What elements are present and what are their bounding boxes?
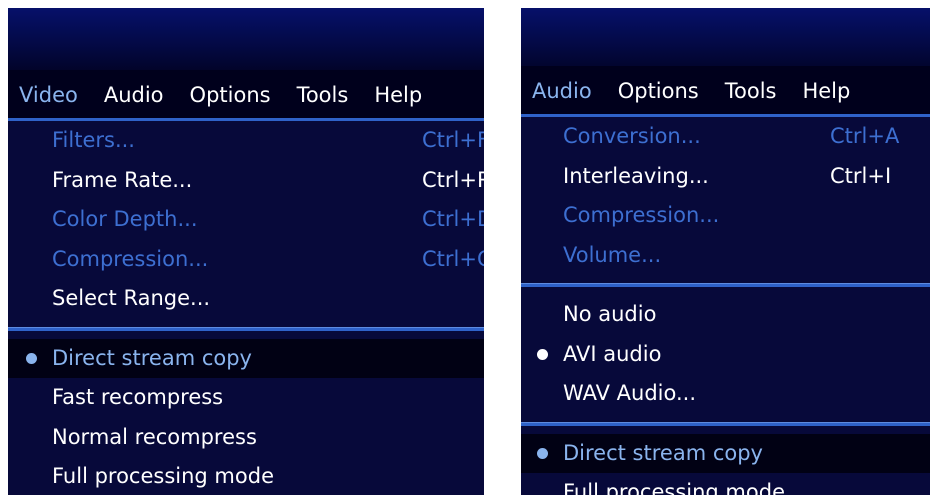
menu-item-label: Fast recompress xyxy=(52,385,224,409)
menubar-audio[interactable]: Audio xyxy=(91,70,177,120)
menu-item-label: Full processing mode xyxy=(563,480,785,495)
menu-item-direct-stream-copy[interactable]: Direct stream copy xyxy=(8,338,484,378)
video-menu-screenshot: Video Audio Options Tools Help Filters..… xyxy=(8,8,484,495)
audio-menu-screenshot: Audio Options Tools Help Conversion... C… xyxy=(521,8,930,495)
menu-item-frame-rate[interactable]: Frame Rate... Ctrl+R xyxy=(8,161,484,201)
menu-item-label: Volume... xyxy=(563,242,662,267)
menubar-tools[interactable]: Tools xyxy=(284,70,362,120)
title-bar xyxy=(8,8,484,70)
menu-item-compression[interactable]: Compression... xyxy=(521,196,930,236)
menu-item-shortcut: Ctrl+D xyxy=(422,207,484,231)
menu-item-label: Normal recompress xyxy=(52,424,257,449)
menubar-options[interactable]: Options xyxy=(177,70,284,120)
menu-item-label: Interleaving... xyxy=(563,163,709,188)
menu-item-conversion[interactable]: Conversion... Ctrl+A xyxy=(521,117,930,157)
menubar-help[interactable]: Help xyxy=(789,66,863,116)
menu-separator xyxy=(521,421,930,426)
menu-item-label: Direct stream copy xyxy=(52,345,252,370)
menu-item-select-range[interactable]: Select Range... xyxy=(8,279,484,319)
menu-separator xyxy=(8,326,484,331)
menu-item-label: Filters... xyxy=(52,128,135,152)
menu-item-volume[interactable]: Volume... xyxy=(521,236,930,276)
menu-item-normal-recompress[interactable]: Normal recompress xyxy=(8,418,484,458)
menu-item-label: Select Range... xyxy=(52,286,211,310)
menu-item-full-processing-mode[interactable]: Full processing mode xyxy=(8,457,484,495)
menu-separator xyxy=(521,283,930,287)
menu-item-label: Conversion... xyxy=(563,124,701,148)
menu-item-shortcut: Ctrl+F xyxy=(422,128,484,152)
radio-bullet-icon xyxy=(537,447,548,459)
menu-item-wav-audio[interactable]: WAV Audio... xyxy=(521,374,930,414)
menu-item-label: WAV Audio... xyxy=(563,381,697,405)
menu-item-label: Compression... xyxy=(52,246,209,271)
menu-item-label: Full processing mode xyxy=(52,464,274,488)
menubar-options[interactable]: Options xyxy=(605,66,712,116)
menu-bar: Audio Options Tools Help xyxy=(521,66,930,116)
menu-item-label: Direct stream copy xyxy=(563,440,763,465)
menubar-tools[interactable]: Tools xyxy=(712,66,790,116)
video-dropdown-menu: Filters... Ctrl+F Frame Rate... Ctrl+R C… xyxy=(8,118,484,495)
menu-item-label: No audio xyxy=(563,302,657,326)
audio-dropdown-menu: Conversion... Ctrl+A Interleaving... Ctr… xyxy=(521,114,930,495)
menu-item-shortcut: Ctrl+C xyxy=(422,246,484,271)
radio-bullet-icon xyxy=(537,348,548,360)
menu-item-fast-recompress[interactable]: Fast recompress xyxy=(8,378,484,418)
menu-item-interleaving[interactable]: Interleaving... Ctrl+I xyxy=(521,157,930,197)
menu-item-label: Compression... xyxy=(563,203,720,227)
menubar-video[interactable]: Video xyxy=(8,70,91,120)
menu-bar: Video Audio Options Tools Help xyxy=(8,70,484,120)
menu-item-avi-audio[interactable]: AVI audio xyxy=(521,335,930,375)
menu-item-shortcut: Ctrl+R xyxy=(422,167,484,192)
menu-item-full-processing-mode[interactable]: Full processing mode xyxy=(521,473,930,495)
menu-item-direct-stream-copy[interactable]: Direct stream copy xyxy=(521,433,930,473)
menu-item-shortcut: Ctrl+A xyxy=(830,124,900,148)
menu-item-filters[interactable]: Filters... Ctrl+F xyxy=(8,121,484,161)
menu-item-label: Frame Rate... xyxy=(52,167,193,192)
menu-item-label: AVI audio xyxy=(563,341,662,366)
menubar-help[interactable]: Help xyxy=(361,70,435,120)
menu-item-color-depth[interactable]: Color Depth... Ctrl+D xyxy=(8,200,484,240)
title-bar xyxy=(521,8,930,70)
radio-bullet-icon xyxy=(26,352,37,364)
menu-item-label: Color Depth... xyxy=(52,207,198,231)
menu-item-compression[interactable]: Compression... Ctrl+C xyxy=(8,240,484,280)
menu-item-shortcut: Ctrl+I xyxy=(830,163,892,188)
menu-item-no-audio[interactable]: No audio xyxy=(521,295,930,335)
menubar-audio[interactable]: Audio xyxy=(521,66,605,116)
